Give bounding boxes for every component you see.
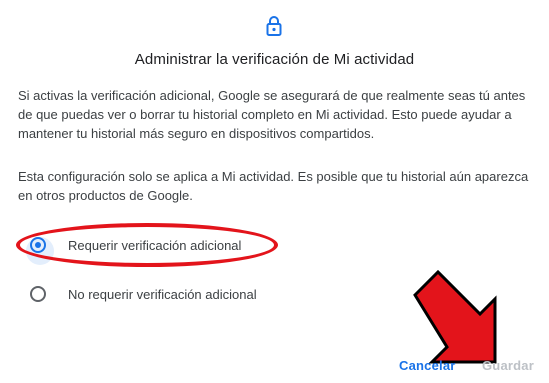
radio-option-require-verification[interactable]: Requerir verificación adicional bbox=[26, 233, 242, 265]
radio-unchecked-icon[interactable] bbox=[30, 286, 46, 302]
scope-paragraph: Esta configuración solo se aplica a Mi a… bbox=[18, 169, 529, 203]
radio-checked-icon[interactable] bbox=[26, 237, 54, 265]
radio-option-no-verification[interactable]: No requerir verificación adicional bbox=[30, 282, 257, 306]
radio-focus-halo bbox=[26, 237, 54, 265]
save-button[interactable]: Guardar bbox=[476, 354, 540, 377]
lock-icon bbox=[266, 16, 282, 36]
dialog-title: Administrar la verificación de Mi activi… bbox=[134, 51, 415, 68]
radio-label-no-require: No requerir verificación adicional bbox=[68, 286, 257, 302]
radio-label-require: Requerir verificación adicional bbox=[68, 237, 242, 253]
description-paragraph: Si activas la verificación adicional, Go… bbox=[18, 88, 526, 141]
cancel-button[interactable]: Cancelar bbox=[393, 354, 462, 377]
